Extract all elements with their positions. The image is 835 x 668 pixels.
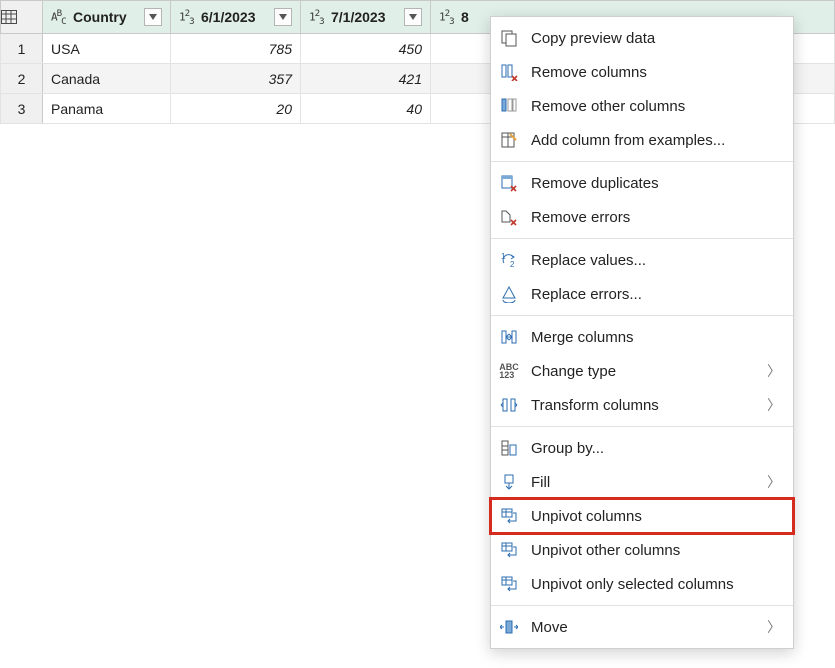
menu-replace-values[interactable]: 12 Replace values... — [491, 243, 793, 277]
menu-remove-errors[interactable]: Remove errors — [491, 200, 793, 234]
group-by-icon — [499, 438, 519, 458]
type-text-icon: ABC — [51, 8, 69, 27]
change-type-icon: ABC123 — [499, 361, 519, 381]
svg-text:2: 2 — [510, 260, 515, 269]
unpivot-icon — [499, 506, 519, 526]
menu-transform-columns[interactable]: Transform columns 〉 — [491, 388, 793, 422]
add-column-icon — [499, 130, 519, 150]
remove-duplicates-icon — [499, 173, 519, 193]
cell-country[interactable]: USA — [43, 34, 171, 64]
unpivot-selected-icon — [499, 574, 519, 594]
menu-move[interactable]: Move 〉 — [491, 610, 793, 644]
menu-remove-columns[interactable]: Remove columns — [491, 55, 793, 89]
menu-separator — [491, 161, 793, 162]
table-icon — [1, 10, 42, 24]
column-label: 7/1/2023 — [331, 9, 396, 25]
merge-columns-icon — [499, 327, 519, 347]
unpivot-other-icon — [499, 540, 519, 560]
filter-dropdown-icon[interactable] — [144, 8, 162, 26]
cell-value[interactable]: 20 — [171, 94, 301, 124]
column-header-7-1-2023[interactable]: 123 7/1/2023 — [301, 1, 431, 34]
replace-values-icon: 12 — [499, 250, 519, 270]
cell-value[interactable]: 450 — [301, 34, 431, 64]
menu-merge-columns[interactable]: Merge columns — [491, 320, 793, 354]
menu-unpivot-only-selected[interactable]: Unpivot only selected columns — [491, 567, 793, 601]
menu-copy-preview[interactable]: Copy preview data — [491, 21, 793, 55]
row-number: 1 — [1, 34, 43, 64]
chevron-right-icon: 〉 — [767, 361, 781, 381]
move-icon — [499, 617, 519, 637]
replace-errors-icon — [499, 284, 519, 304]
row-number: 3 — [1, 94, 43, 124]
menu-add-column-from-examples[interactable]: Add column from examples... — [491, 123, 793, 157]
type-number-icon: 123 — [309, 8, 327, 27]
column-header-6-1-2023[interactable]: 123 6/1/2023 — [171, 1, 301, 34]
row-number-header[interactable] — [1, 1, 43, 34]
menu-change-type[interactable]: ABC123 Change type 〉 — [491, 354, 793, 388]
transform-columns-icon — [499, 395, 519, 415]
cell-value[interactable]: 40 — [301, 94, 431, 124]
row-number: 2 — [1, 64, 43, 94]
filter-dropdown-icon[interactable] — [274, 8, 292, 26]
menu-separator — [491, 238, 793, 239]
cell-country[interactable]: Canada — [43, 64, 171, 94]
fill-icon — [499, 472, 519, 492]
menu-fill[interactable]: Fill 〉 — [491, 465, 793, 499]
menu-replace-errors[interactable]: Replace errors... — [491, 277, 793, 311]
menu-remove-other-columns[interactable]: Remove other columns — [491, 89, 793, 123]
column-label: Country — [73, 9, 136, 25]
type-number-icon: 123 — [179, 8, 197, 27]
chevron-right-icon: 〉 — [767, 472, 781, 492]
menu-unpivot-columns[interactable]: Unpivot columns — [491, 499, 793, 533]
menu-separator — [491, 426, 793, 427]
chevron-right-icon: 〉 — [767, 395, 781, 415]
filter-dropdown-icon[interactable] — [404, 8, 422, 26]
cell-value[interactable]: 357 — [171, 64, 301, 94]
menu-unpivot-other-columns[interactable]: Unpivot other columns — [491, 533, 793, 567]
cell-value[interactable]: 421 — [301, 64, 431, 94]
remove-errors-icon — [499, 207, 519, 227]
cell-value[interactable]: 785 — [171, 34, 301, 64]
chevron-right-icon: 〉 — [767, 617, 781, 637]
copy-icon — [499, 28, 519, 48]
menu-remove-duplicates[interactable]: Remove duplicates — [491, 166, 793, 200]
menu-separator — [491, 605, 793, 606]
remove-columns-icon — [499, 62, 519, 82]
type-number-icon: 123 — [439, 8, 457, 27]
menu-separator — [491, 315, 793, 316]
remove-other-columns-icon — [499, 96, 519, 116]
column-label: 6/1/2023 — [201, 9, 266, 25]
cell-country[interactable]: Panama — [43, 94, 171, 124]
column-header-country[interactable]: ABC Country — [43, 1, 171, 34]
context-menu: Copy preview data Remove columns Remove … — [490, 16, 794, 649]
menu-group-by[interactable]: Group by... — [491, 431, 793, 465]
